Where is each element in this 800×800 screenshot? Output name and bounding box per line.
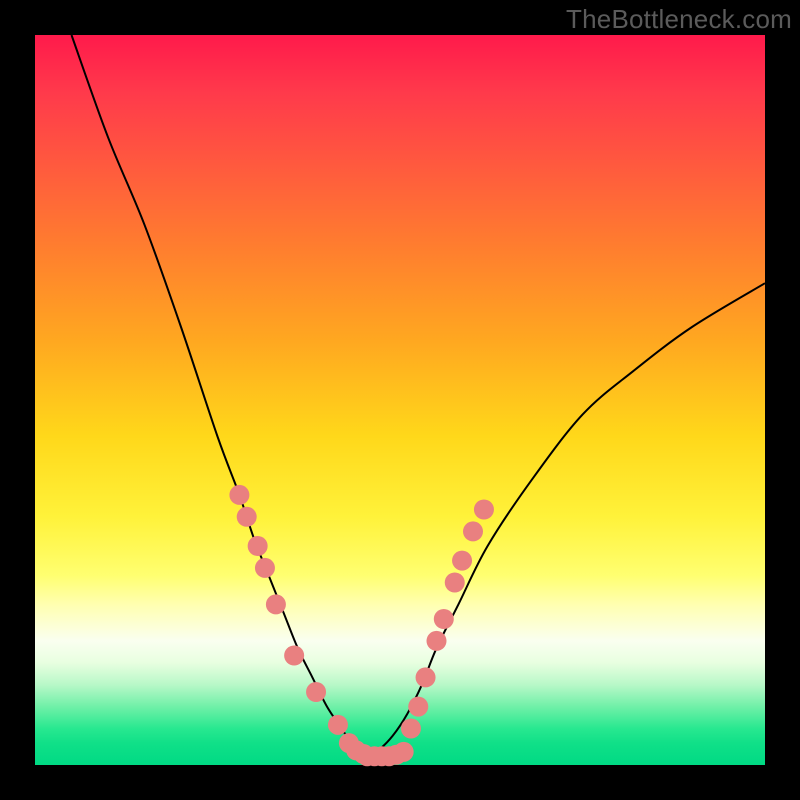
- marker-dot: [408, 697, 428, 717]
- marker-dot: [328, 715, 348, 735]
- marker-dot: [237, 507, 257, 527]
- marker-dot: [266, 594, 286, 614]
- marker-dot: [248, 536, 268, 556]
- chart-svg: [35, 35, 765, 765]
- marker-dot: [284, 646, 304, 666]
- marker-dot: [401, 719, 421, 739]
- marker-dot: [434, 609, 454, 629]
- marker-dot: [445, 573, 465, 593]
- marker-dot: [255, 558, 275, 578]
- marker-dot: [229, 485, 249, 505]
- curve-left-branch: [72, 35, 364, 758]
- marker-group: [229, 485, 494, 766]
- plot-area: [35, 35, 765, 765]
- marker-dot: [474, 500, 494, 520]
- marker-dot: [427, 631, 447, 651]
- watermark-text: TheBottleneck.com: [566, 4, 792, 35]
- marker-dot: [416, 667, 436, 687]
- marker-dot: [452, 551, 472, 571]
- marker-dot: [463, 521, 483, 541]
- chart-stage: TheBottleneck.com: [0, 0, 800, 800]
- marker-dot: [394, 742, 414, 762]
- marker-dot: [306, 682, 326, 702]
- curve-group: [72, 35, 766, 758]
